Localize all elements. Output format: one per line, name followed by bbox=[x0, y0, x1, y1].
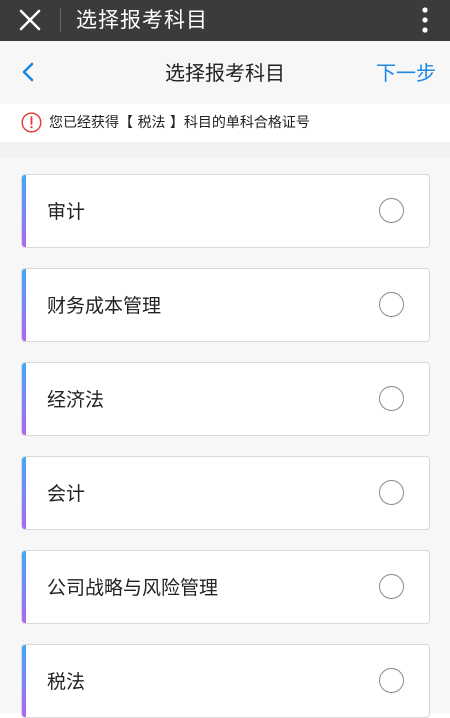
subject-label: 会计 bbox=[47, 483, 86, 505]
more-vertical-icon[interactable] bbox=[422, 6, 428, 34]
subject-label: 公司战略与风险管理 bbox=[47, 577, 219, 599]
info-icon bbox=[21, 112, 42, 133]
subject-label: 审计 bbox=[47, 201, 86, 223]
next-step-button[interactable]: 下一步 bbox=[376, 60, 436, 86]
window-title: 选择报考科目 bbox=[76, 8, 208, 32]
radio-button[interactable] bbox=[379, 668, 404, 693]
subject-option[interactable]: 税法 bbox=[21, 644, 430, 718]
card-accent-stripe bbox=[22, 551, 26, 623]
notice-text: 您已经获得【 税法 】科目的单科合格证号 bbox=[49, 115, 310, 131]
subject-option[interactable]: 公司战略与风险管理 bbox=[21, 550, 430, 624]
radio-button[interactable] bbox=[379, 386, 404, 411]
subject-list: 审计 财务成本管理 经济法 会计 公司战略与风险管理 税法 bbox=[0, 158, 450, 718]
radio-button[interactable] bbox=[379, 480, 404, 505]
subject-option[interactable]: 审计 bbox=[21, 174, 430, 248]
radio-button[interactable] bbox=[379, 574, 404, 599]
subject-option[interactable]: 财务成本管理 bbox=[21, 268, 430, 342]
navigation-bar: 选择报考科目 下一步 bbox=[0, 41, 450, 104]
window-title-bar: 选择报考科目 bbox=[0, 0, 450, 41]
certificate-notice: 您已经获得【 税法 】科目的单科合格证号 bbox=[0, 104, 450, 142]
subject-option[interactable]: 会计 bbox=[21, 456, 430, 530]
card-accent-stripe bbox=[22, 269, 26, 341]
subject-label: 税法 bbox=[47, 671, 86, 693]
card-accent-stripe bbox=[22, 645, 26, 717]
subject-label: 财务成本管理 bbox=[47, 295, 162, 317]
card-accent-stripe bbox=[22, 363, 26, 435]
close-icon[interactable] bbox=[16, 6, 44, 34]
subject-option[interactable]: 经济法 bbox=[21, 362, 430, 436]
radio-button[interactable] bbox=[379, 292, 404, 317]
subject-label: 经济法 bbox=[47, 389, 105, 411]
title-divider bbox=[60, 8, 61, 32]
radio-button[interactable] bbox=[379, 198, 404, 223]
section-divider bbox=[0, 142, 450, 158]
card-accent-stripe bbox=[22, 457, 26, 529]
card-accent-stripe bbox=[22, 175, 26, 247]
